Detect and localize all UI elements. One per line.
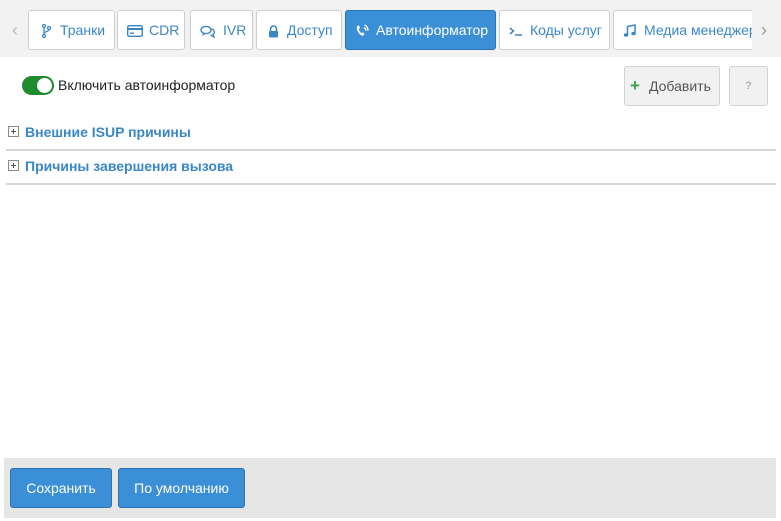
add-button-label: Добавить	[649, 78, 711, 94]
save-button[interactable]: Сохранить	[10, 468, 112, 508]
tab-media-manager[interactable]: Медиа менеджер	[613, 10, 752, 50]
credit-card-icon	[126, 11, 144, 49]
tab-label: Коды услуг	[530, 22, 602, 38]
default-button[interactable]: По умолчанию	[118, 468, 245, 508]
tab-label: Доступ	[287, 22, 333, 38]
tab-trunks[interactable]: Транки	[28, 10, 115, 50]
tab-label: Транки	[60, 22, 106, 38]
section-title[interactable]: Внешние ISUP причины	[25, 124, 191, 140]
footer-bar: Сохранить По умолчанию	[4, 458, 776, 518]
tabs-viewport: Транки CDR IVR Доступ Автоинформатор Код…	[28, 10, 752, 50]
terminal-icon	[509, 11, 523, 49]
tab-label: IVR	[223, 22, 247, 38]
plus-icon: +	[630, 76, 640, 95]
phone-volume-icon	[355, 11, 369, 49]
expand-icon[interactable]	[8, 160, 19, 171]
scroll-right-icon[interactable]: ›	[753, 10, 775, 50]
tab-access[interactable]: Доступ	[256, 10, 342, 50]
toggle-label: Включить автоинформатор	[58, 77, 236, 93]
section-call-end-reasons[interactable]: Причины завершения вызова	[6, 150, 776, 185]
tab-bar: ‹ Транки CDR IVR Доступ Автоинформатор К…	[0, 0, 781, 57]
tab-cdr[interactable]: CDR	[117, 10, 185, 50]
help-button[interactable]: ?	[729, 66, 768, 106]
scroll-left-icon[interactable]: ‹	[4, 10, 26, 50]
toggle-knob	[37, 78, 52, 93]
tab-label: Медиа менеджер	[644, 22, 752, 38]
add-button[interactable]: + Добавить	[624, 66, 720, 106]
expand-icon[interactable]	[8, 126, 19, 137]
lock-icon	[268, 11, 279, 49]
music-icon	[623, 11, 636, 49]
branch-icon	[41, 11, 52, 49]
tab-autoinformer[interactable]: Автоинформатор	[345, 10, 496, 50]
section-title[interactable]: Причины завершения вызова	[25, 158, 233, 174]
autoinformer-toggle[interactable]	[22, 76, 54, 95]
tab-ivr[interactable]: IVR	[190, 10, 253, 50]
comments-icon	[200, 11, 216, 49]
tab-label: CDR	[149, 22, 180, 38]
tab-label: Автоинформатор	[376, 22, 489, 38]
section-external-isup[interactable]: Внешние ISUP причины	[6, 116, 776, 151]
tab-service-codes[interactable]: Коды услуг	[499, 10, 610, 50]
